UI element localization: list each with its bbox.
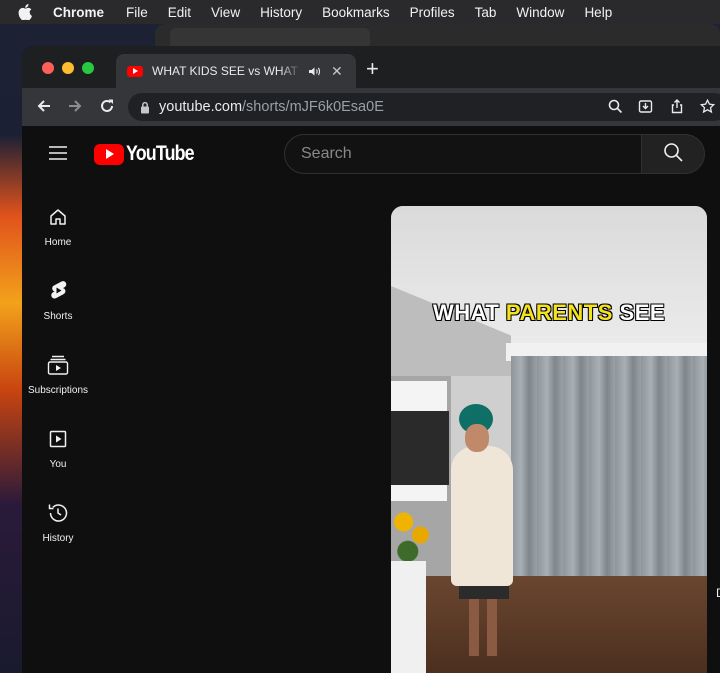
share-icon[interactable]: [670, 99, 684, 114]
sidebar-item-shorts[interactable]: Shorts: [22, 278, 94, 338]
menu-chrome[interactable]: Chrome: [53, 5, 104, 20]
minimize-window-button[interactable]: [62, 62, 74, 74]
video-scene-floor: [391, 576, 707, 673]
sidebar-item-label: History: [42, 533, 74, 544]
youtube-page: YouTube Search Home Shorts Subscriptions…: [22, 126, 720, 673]
video-scene-person-legs: [469, 596, 499, 656]
search-input[interactable]: Search: [284, 134, 642, 174]
shorts-video-player[interactable]: WHAT PARENTS SEE: [391, 206, 707, 673]
sidebar-item-label: You: [49, 459, 67, 470]
close-window-button[interactable]: [42, 62, 54, 74]
caption-text-end: SEE: [612, 299, 666, 326]
fullscreen-window-button[interactable]: [82, 62, 94, 74]
video-scene-person-head: [465, 424, 489, 452]
youtube-play-logo-icon: [94, 143, 124, 165]
menu-help[interactable]: Help: [584, 5, 612, 20]
video-scene-person-body: [451, 446, 513, 586]
video-scene-curtain: [511, 356, 707, 591]
youtube-favicon-icon: [127, 65, 143, 77]
menu-profiles[interactable]: Profiles: [410, 5, 455, 20]
youtube-logo-text: YouTube: [126, 142, 195, 165]
close-tab-icon[interactable]: ✕: [331, 63, 343, 80]
menu-history[interactable]: History: [260, 5, 302, 20]
lock-icon[interactable]: [140, 101, 150, 114]
video-caption: WHAT PARENTS SEE: [391, 299, 707, 326]
menu-file[interactable]: File: [126, 5, 148, 20]
menu-tab[interactable]: Tab: [475, 5, 497, 20]
bookmark-star-icon[interactable]: [700, 99, 715, 114]
search-icon: [663, 142, 683, 167]
reload-icon[interactable]: [99, 98, 115, 114]
shorts-icon: [48, 278, 68, 304]
you-icon: [48, 426, 68, 452]
video-scene-table: [391, 561, 426, 673]
install-app-icon[interactable]: [638, 99, 653, 114]
search-placeholder: Search: [301, 145, 352, 162]
sidebar-item-home[interactable]: Home: [22, 204, 94, 264]
caption-text-start: WHAT: [432, 299, 506, 326]
history-icon: [47, 500, 69, 526]
address-bar[interactable]: youtube.com/shorts/mJF6k0Esa0E: [128, 93, 720, 121]
sidebar-item-subscriptions[interactable]: Subscriptions: [22, 352, 94, 412]
menu-hamburger-icon[interactable]: [49, 146, 67, 160]
video-scene-tv: [391, 411, 449, 485]
tab-title: WHAT KIDS SEE vs WHAT PARENTS SEE: [152, 64, 302, 78]
chrome-window: WHAT KIDS SEE vs WHAT PARENTS SEE ✕ + yo…: [22, 46, 720, 673]
video-scene-flowers: [391, 496, 433, 561]
menu-view[interactable]: View: [211, 5, 240, 20]
new-tab-button[interactable]: +: [366, 58, 379, 80]
youtube-logo[interactable]: YouTube: [94, 142, 206, 166]
subscriptions-icon: [47, 352, 69, 378]
forward-arrow-icon[interactable]: [67, 98, 83, 114]
sidebar-item-history[interactable]: History: [22, 500, 94, 560]
browser-tab-active[interactable]: WHAT KIDS SEE vs WHAT PARENTS SEE ✕: [116, 54, 356, 88]
sidebar-item-label: Shorts: [43, 311, 73, 322]
audio-playing-icon[interactable]: [308, 66, 321, 77]
back-arrow-icon[interactable]: [36, 98, 52, 114]
menu-edit[interactable]: Edit: [168, 5, 191, 20]
tab-strip: WHAT KIDS SEE vs WHAT PARENTS SEE ✕ +: [22, 46, 720, 88]
sidebar-item-you[interactable]: You: [22, 426, 94, 486]
url-path: /shorts/mJF6k0Esa0E: [242, 99, 384, 115]
search-button[interactable]: [641, 134, 705, 174]
sidebar-item-label: Subscriptions: [27, 385, 89, 396]
caption-highlight: PARENTS: [505, 299, 613, 326]
browser-toolbar: youtube.com/shorts/mJF6k0Esa0E: [22, 88, 720, 126]
home-icon: [48, 204, 68, 230]
sidebar-item-label: Home: [44, 237, 72, 248]
menu-bookmarks[interactable]: Bookmarks: [322, 5, 390, 20]
side-panel-edge-text: D: [716, 586, 720, 600]
apple-icon[interactable]: [18, 4, 36, 20]
menu-window[interactable]: Window: [516, 5, 564, 20]
mac-menubar: Chrome File Edit View History Bookmarks …: [0, 0, 720, 24]
url-host: youtube.com: [159, 99, 243, 115]
zoom-search-icon[interactable]: [608, 99, 623, 114]
